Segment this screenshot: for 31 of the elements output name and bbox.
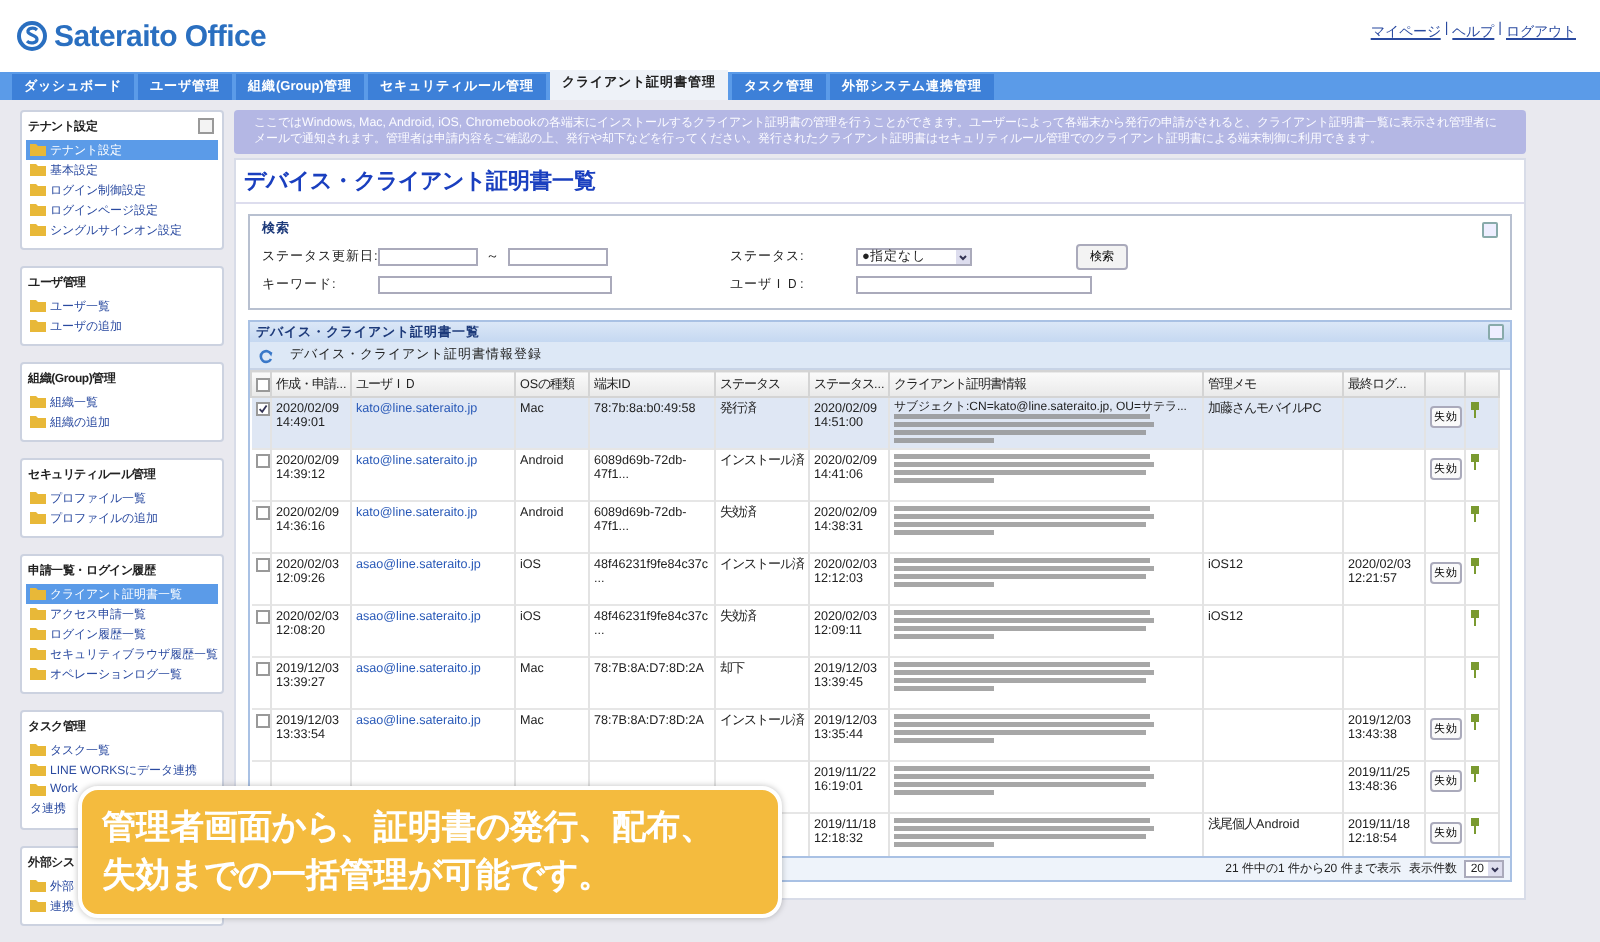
row-checkbox[interactable] bbox=[255, 714, 269, 728]
row-checkbox[interactable] bbox=[255, 610, 269, 624]
plug-icon[interactable] bbox=[1470, 766, 1480, 782]
row-checkbox[interactable] bbox=[255, 662, 269, 676]
collapse-icon[interactable] bbox=[1482, 221, 1498, 237]
logo-text: Sateraito Office bbox=[54, 19, 267, 53]
plug-icon[interactable] bbox=[1470, 506, 1480, 522]
select-all-checkbox[interactable] bbox=[256, 377, 269, 391]
plug-icon[interactable] bbox=[1470, 402, 1480, 418]
plug-icon[interactable] bbox=[1470, 818, 1480, 834]
row-checkbox[interactable] bbox=[255, 558, 269, 572]
collapse-icon[interactable] bbox=[198, 118, 214, 134]
user-id-field[interactable] bbox=[856, 276, 1092, 294]
plug-icon[interactable] bbox=[1470, 714, 1480, 730]
plug-icon[interactable] bbox=[1470, 662, 1480, 678]
caret-icon[interactable] bbox=[1488, 862, 1502, 876]
keyword-field[interactable] bbox=[378, 276, 612, 294]
promo-text: 管理者画面から、証明書の発行、配布、 失効までの一括管理が可能です。 bbox=[102, 806, 714, 900]
caret-icon[interactable] bbox=[956, 250, 970, 264]
plug-icon[interactable] bbox=[1470, 558, 1480, 574]
row-checkbox[interactable] bbox=[255, 454, 269, 468]
row-checkbox[interactable] bbox=[255, 402, 269, 416]
date-field[interactable] bbox=[378, 248, 478, 266]
collapse-icon[interactable] bbox=[1488, 324, 1504, 340]
plug-icon[interactable] bbox=[1470, 454, 1480, 470]
refresh-icon[interactable] bbox=[258, 347, 274, 363]
plug-icon[interactable] bbox=[1470, 610, 1480, 626]
page-title: デバイス・クライアント証明書一覧 bbox=[236, 160, 1524, 204]
logo-icon bbox=[16, 20, 48, 52]
date-field[interactable] bbox=[508, 248, 608, 266]
row-checkbox[interactable] bbox=[255, 506, 269, 520]
